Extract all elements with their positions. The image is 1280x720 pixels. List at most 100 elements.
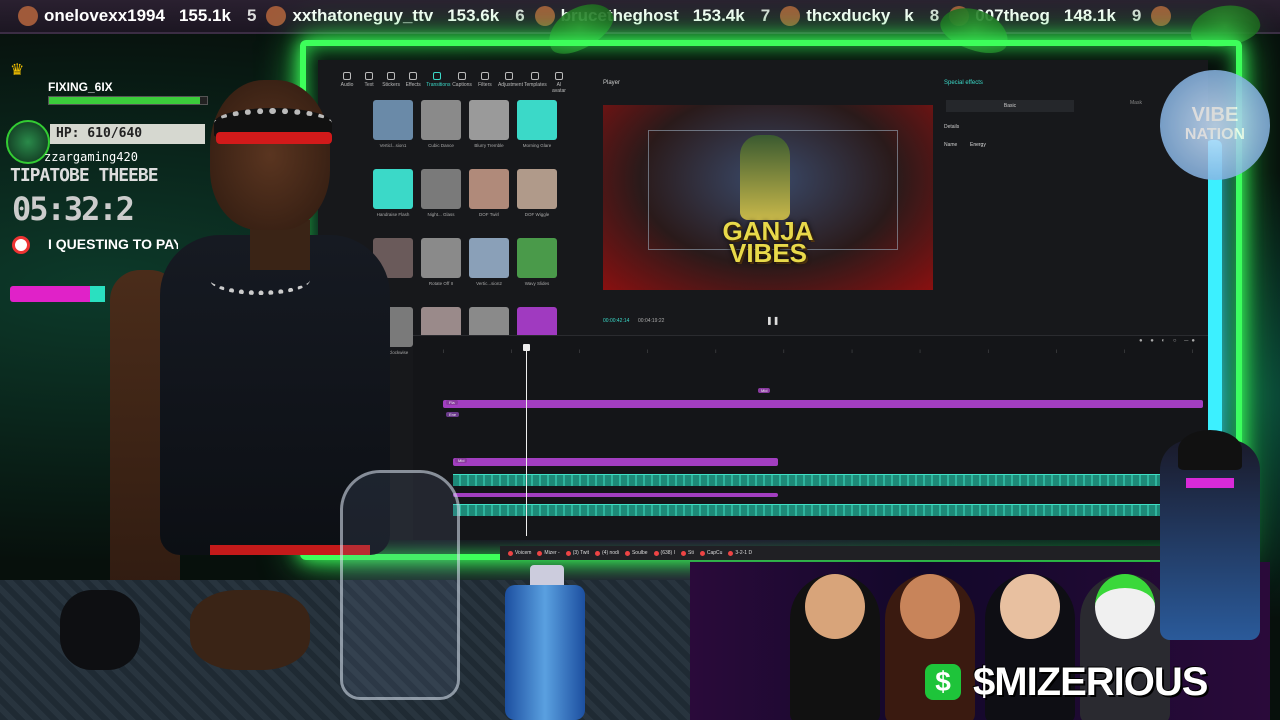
media-item[interactable]: Wavy Slides	[516, 238, 558, 301]
ticker-item: 9	[1124, 6, 1199, 26]
taskbar-label: (638) I	[660, 550, 675, 556]
ticker-item: 7 thcxducky k	[753, 6, 922, 26]
taskbar-label: Mizer -	[544, 550, 560, 556]
app-icon	[565, 550, 571, 556]
cartoon-face	[900, 574, 960, 639]
preview-title-line2: VIBES	[728, 238, 808, 268]
taskbar-item[interactable]: Voicem	[508, 550, 531, 556]
character-hat	[1178, 430, 1242, 470]
pause-icon[interactable]: ❚❚	[766, 316, 779, 325]
hp-text: HP: 610/640	[50, 124, 205, 144]
ticker-name: onelovexx1994	[44, 6, 165, 25]
name-value: Energy	[970, 142, 986, 148]
ticker-avatar	[266, 6, 287, 26]
taskbar-item[interactable]: (3) Twit	[565, 550, 589, 556]
media-item[interactable]: Morning Glare	[516, 100, 558, 163]
taskbar-label: 3-2-1 D	[735, 550, 753, 556]
clip-label-lower[interactable]: Mid	[455, 458, 468, 463]
effect-track[interactable]	[443, 400, 1203, 408]
video-editor-window: Audio Text Stickers Effects Transitions Capti…	[318, 60, 1208, 540]
media-item[interactable]: DOF Twirl	[468, 169, 510, 232]
media-label: Vertic...sion2	[476, 281, 502, 286]
tab-mask[interactable]: Mask	[1130, 100, 1142, 106]
editor-tab-icon	[554, 72, 563, 80]
ticker-amount: 148.1k	[1063, 6, 1116, 25]
app-icon	[728, 550, 734, 556]
editor-tab-label: Adjustment	[497, 82, 523, 88]
taskbar-item[interactable]: CapCu	[699, 550, 723, 556]
clip-label-top[interactable]: Fla	[446, 400, 458, 405]
side-panel-title: Special effects	[944, 80, 983, 86]
character-visor	[1186, 478, 1234, 488]
details-label[interactable]: Details	[944, 124, 959, 130]
editor-tab-icon	[458, 72, 467, 80]
editor-tab[interactable]: Adjustment	[497, 72, 523, 96]
ticker-name: xxthatoneguy_ttv	[292, 6, 434, 25]
tab-basic[interactable]: Basic	[946, 100, 1074, 112]
playhead[interactable]	[523, 344, 530, 536]
cartoon-face	[805, 574, 865, 639]
logo-line1: VIBE	[1191, 104, 1239, 126]
audio-track-2[interactable]	[453, 504, 1203, 516]
app-icon	[680, 550, 686, 556]
hud-headline: TIPATOBE THEEBE	[10, 165, 159, 186]
streamer-hand	[190, 590, 310, 670]
media-item[interactable]: Vertic...sion2	[468, 238, 510, 301]
taskbar-item[interactable]: Sti	[680, 550, 694, 556]
clip-label-mid[interactable]: Mid	[758, 388, 771, 393]
ticker-amount: 153.6k	[447, 6, 500, 25]
ticker-amount: k	[904, 6, 914, 25]
preview-title: GANJA VIBES	[603, 218, 933, 266]
media-thumbnail	[469, 100, 509, 140]
ticker-avatar	[1151, 6, 1172, 26]
taskbar-item[interactable]: 3-2-1 D	[728, 550, 752, 556]
crown-icon: ♛	[10, 62, 25, 79]
target-icon	[12, 236, 30, 254]
ticker-rank: 7	[760, 6, 771, 25]
player-label: Player	[603, 80, 621, 86]
ticker-item: onelovexx1994 155.1k	[0, 6, 239, 26]
clip-label-sub[interactable]: Ene	[446, 412, 460, 417]
media-label: DOF Wiggle	[524, 212, 550, 217]
right-cartoon-character	[1160, 430, 1260, 640]
media-label: Blurry Tremble	[474, 143, 504, 148]
editor-tab[interactable]: Templates	[524, 72, 547, 96]
taskbar-item[interactable]: Mizer -	[537, 550, 560, 556]
media-item[interactable]: DOF Wiggle	[516, 169, 558, 232]
media-label: Wavy Slides	[524, 281, 550, 286]
app-icon	[653, 550, 659, 556]
taskbar-item[interactable]: Soulbe	[624, 550, 648, 556]
vibe-nation-logo: VIBE NATION	[1160, 70, 1270, 180]
app-icon	[537, 550, 543, 556]
media-thumbnail	[517, 100, 557, 140]
thin-effect-track[interactable]	[453, 493, 778, 497]
timeline-tools[interactable]: ● ● ◐ ○ ─●	[1139, 338, 1198, 344]
glass-bong	[340, 470, 460, 700]
editor-tab[interactable]: Filters	[476, 72, 494, 96]
audio-track-1[interactable]	[453, 474, 1203, 486]
media-thumbnail	[469, 169, 509, 209]
editor-tab[interactable]: AI avatar	[550, 72, 568, 96]
preview-character	[740, 135, 790, 220]
ticker-avatar	[18, 6, 38, 26]
taskbar-label: (4) nodi	[602, 550, 619, 556]
media-thumbnail	[517, 169, 557, 209]
editor-tab[interactable]: Captions	[452, 72, 472, 96]
cartoon-face	[1000, 574, 1060, 639]
ticker-rank: 9	[1131, 6, 1142, 25]
player-preview[interactable]: GANJA VIBES	[603, 105, 933, 290]
hp-bar-fill	[49, 97, 200, 104]
media-label: Morning Glare	[522, 143, 552, 148]
taskbar-item[interactable]: (4) nodi	[595, 550, 619, 556]
ticker-rank: 6	[515, 6, 525, 25]
taskbar-item[interactable]: (638) I	[653, 550, 675, 556]
ticker-item: 6 brucetheghost 153.4k	[507, 6, 753, 26]
media-item[interactable]: Blurry Tremble	[468, 100, 510, 163]
editor-tab-icon	[480, 72, 489, 80]
stream-scene: onelovexx1994 155.1k 5 xxthatoneguy_ttv 153.…	[0, 0, 1280, 720]
lower-effect-track[interactable]	[453, 458, 778, 466]
red-headband	[216, 132, 332, 144]
timeline[interactable]: ● ● ◐ ○ ─● | | | | | | | | | | | | Mid Fla Ene Mid	[413, 335, 1208, 540]
taskbar-label: CapCu	[706, 550, 723, 556]
media-thumbnail	[469, 238, 509, 278]
